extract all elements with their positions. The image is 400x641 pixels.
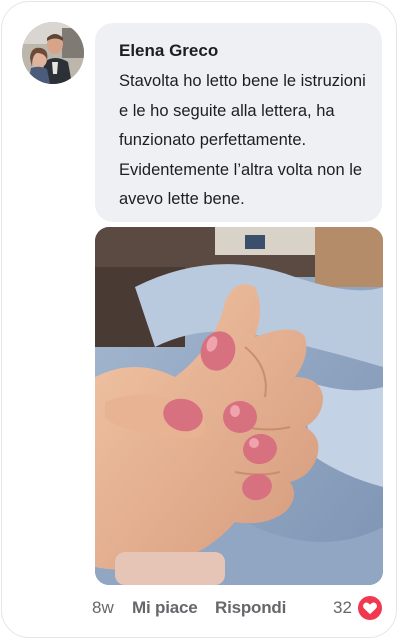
like-button[interactable]: Mi piace xyxy=(132,598,198,618)
author-name[interactable]: Elena Greco xyxy=(119,41,368,61)
comment-bubble: Elena Greco Stavolta ho letto bene le is… xyxy=(95,23,382,222)
reply-button[interactable]: Rispondi xyxy=(215,598,286,618)
comment-card: Elena Greco Stavolta ho letto bene le is… xyxy=(1,1,397,638)
avatar[interactable] xyxy=(22,22,84,84)
reaction-count[interactable]: 32 xyxy=(333,598,352,618)
attached-photo[interactable] xyxy=(95,227,383,585)
heart-icon[interactable] xyxy=(358,596,382,620)
nails-photo-image xyxy=(95,227,383,585)
timestamp[interactable]: 8w xyxy=(92,598,114,618)
heart-glyph xyxy=(363,602,377,615)
avatar-photo xyxy=(22,22,84,84)
comment-text: Stavolta ho letto bene le istruzioni e l… xyxy=(119,72,366,208)
comment-footer: 8w Mi piace Rispondi 32 xyxy=(2,596,398,622)
